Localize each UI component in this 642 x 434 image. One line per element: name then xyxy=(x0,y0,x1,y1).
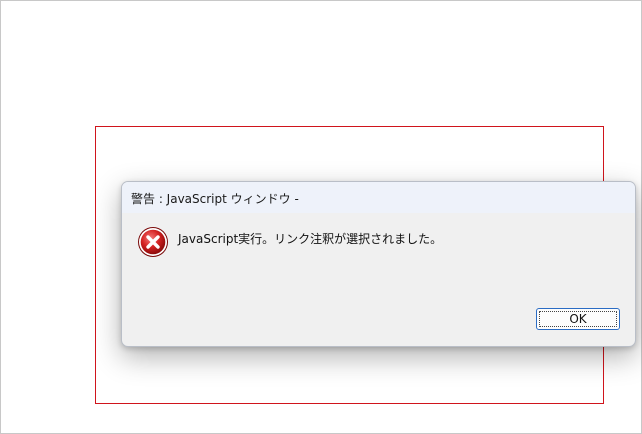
javascript-alert-dialog: 警告 : JavaScript ウィンドウ - JavaScript実行。リンク… xyxy=(121,181,636,347)
dialog-titlebar: 警告 : JavaScript ウィンドウ - xyxy=(122,182,635,213)
dialog-message: JavaScript実行。リンク注釈が選択されました。 xyxy=(178,232,443,246)
dialog-title: 警告 : JavaScript ウィンドウ - xyxy=(131,192,299,206)
error-icon xyxy=(137,226,169,258)
ok-button[interactable]: OK xyxy=(536,308,620,330)
